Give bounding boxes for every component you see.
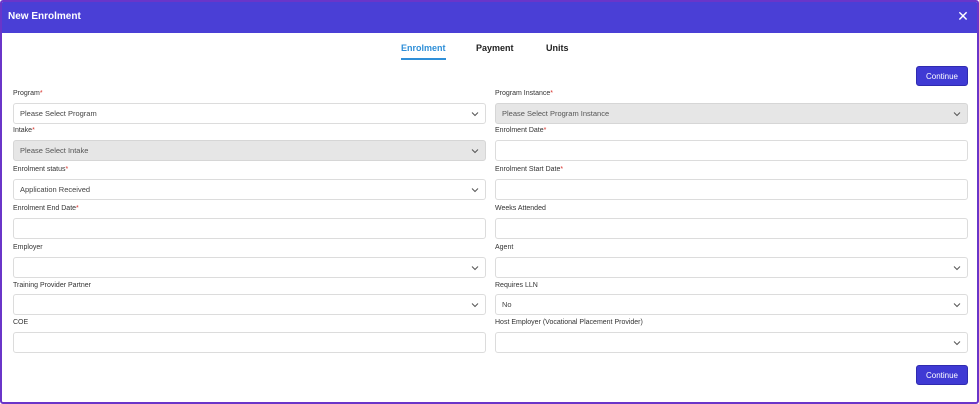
enrolment-start-date-label-text: Enrolment Start Date	[495, 166, 561, 173]
enrolment-date-input[interactable]	[495, 140, 968, 161]
host-employer-label: Host Employer (Vocational Placement Prov…	[495, 319, 643, 326]
enrolment-end-date-label: Enrolment End Date*	[13, 205, 79, 212]
continue-button-bottom[interactable]: Continue	[916, 365, 968, 385]
enrolment-end-date-input[interactable]	[13, 218, 486, 239]
enrolment-date-label: Enrolment Date*	[495, 127, 546, 134]
employer-label: Employer	[13, 244, 43, 251]
agent-label: Agent	[495, 244, 514, 251]
chevron-down-icon	[953, 110, 961, 118]
required-marker: *	[39, 90, 43, 97]
enrolment-status-select-value: Application Received	[20, 185, 91, 194]
requires-lln-select-value: No	[502, 300, 512, 309]
new-enrolment-modal: New Enrolment ✕ Enrolment Payment Units …	[0, 0, 979, 404]
enrolment-status-select[interactable]: Application Received	[13, 179, 486, 200]
tab-units[interactable]: Units	[546, 42, 569, 60]
intake-label-text: Intake	[13, 127, 33, 134]
required-marker: *	[560, 166, 564, 173]
requires-lln-label: Requires LLN	[495, 282, 538, 289]
program-label-text: Program	[13, 90, 40, 97]
coe-input[interactable]	[13, 332, 486, 353]
tab-payment[interactable]: Payment	[476, 42, 514, 60]
coe-label: COE	[13, 319, 29, 326]
chevron-down-icon	[953, 301, 961, 309]
chevron-down-icon	[471, 110, 479, 118]
training-provider-partner-select[interactable]	[13, 294, 486, 315]
requires-lln-select[interactable]: No	[495, 294, 968, 315]
program-instance-label-text: Program Instance	[495, 90, 551, 97]
tab-enrolment[interactable]: Enrolment	[401, 42, 446, 60]
program-instance-select-value: Please Select Program Instance	[502, 109, 610, 118]
chevron-down-icon	[471, 186, 479, 194]
enrolment-date-label-text: Enrolment Date	[495, 127, 544, 134]
chevron-down-icon	[471, 147, 479, 155]
enrolment-status-label-text: Enrolment status	[13, 166, 66, 173]
program-select-value: Please Select Program	[20, 109, 97, 118]
intake-select[interactable]: Please Select Intake	[13, 140, 486, 161]
weeks-attended-input[interactable]	[495, 218, 968, 239]
chevron-down-icon	[953, 264, 961, 272]
required-marker: *	[550, 90, 553, 97]
required-marker: *	[32, 127, 35, 134]
modal-title: New Enrolment	[8, 11, 81, 22]
enrolment-status-label: Enrolment status*	[13, 166, 68, 173]
employer-select[interactable]	[13, 257, 486, 278]
enrolment-start-date-label: Enrolment Start Date*	[495, 166, 563, 173]
intake-select-value: Please Select Intake	[20, 146, 89, 155]
enrolment-end-date-label-text: Enrolment End Date	[13, 205, 77, 212]
program-instance-select[interactable]: Please Select Program Instance	[495, 103, 968, 124]
modal-header: New Enrolment ✕	[2, 2, 977, 33]
required-marker: *	[76, 205, 79, 212]
chevron-down-icon	[471, 301, 479, 309]
close-icon[interactable]: ✕	[955, 8, 971, 24]
program-label: Program*	[13, 90, 43, 97]
program-instance-label: Program Instance*	[495, 90, 553, 97]
intake-label: Intake*	[13, 127, 35, 134]
agent-select[interactable]	[495, 257, 968, 278]
continue-button-top[interactable]: Continue	[916, 66, 968, 86]
tab-bar: Enrolment Payment Units	[2, 42, 977, 62]
required-marker: *	[65, 166, 69, 173]
chevron-down-icon	[953, 339, 961, 347]
training-provider-partner-label: Training Provider Partner	[13, 282, 91, 289]
program-select[interactable]: Please Select Program	[13, 103, 486, 124]
enrolment-start-date-input[interactable]	[495, 179, 968, 200]
chevron-down-icon	[471, 264, 479, 272]
host-employer-select[interactable]	[495, 332, 968, 353]
weeks-attended-label: Weeks Attended	[495, 205, 546, 212]
required-marker: *	[543, 127, 547, 134]
